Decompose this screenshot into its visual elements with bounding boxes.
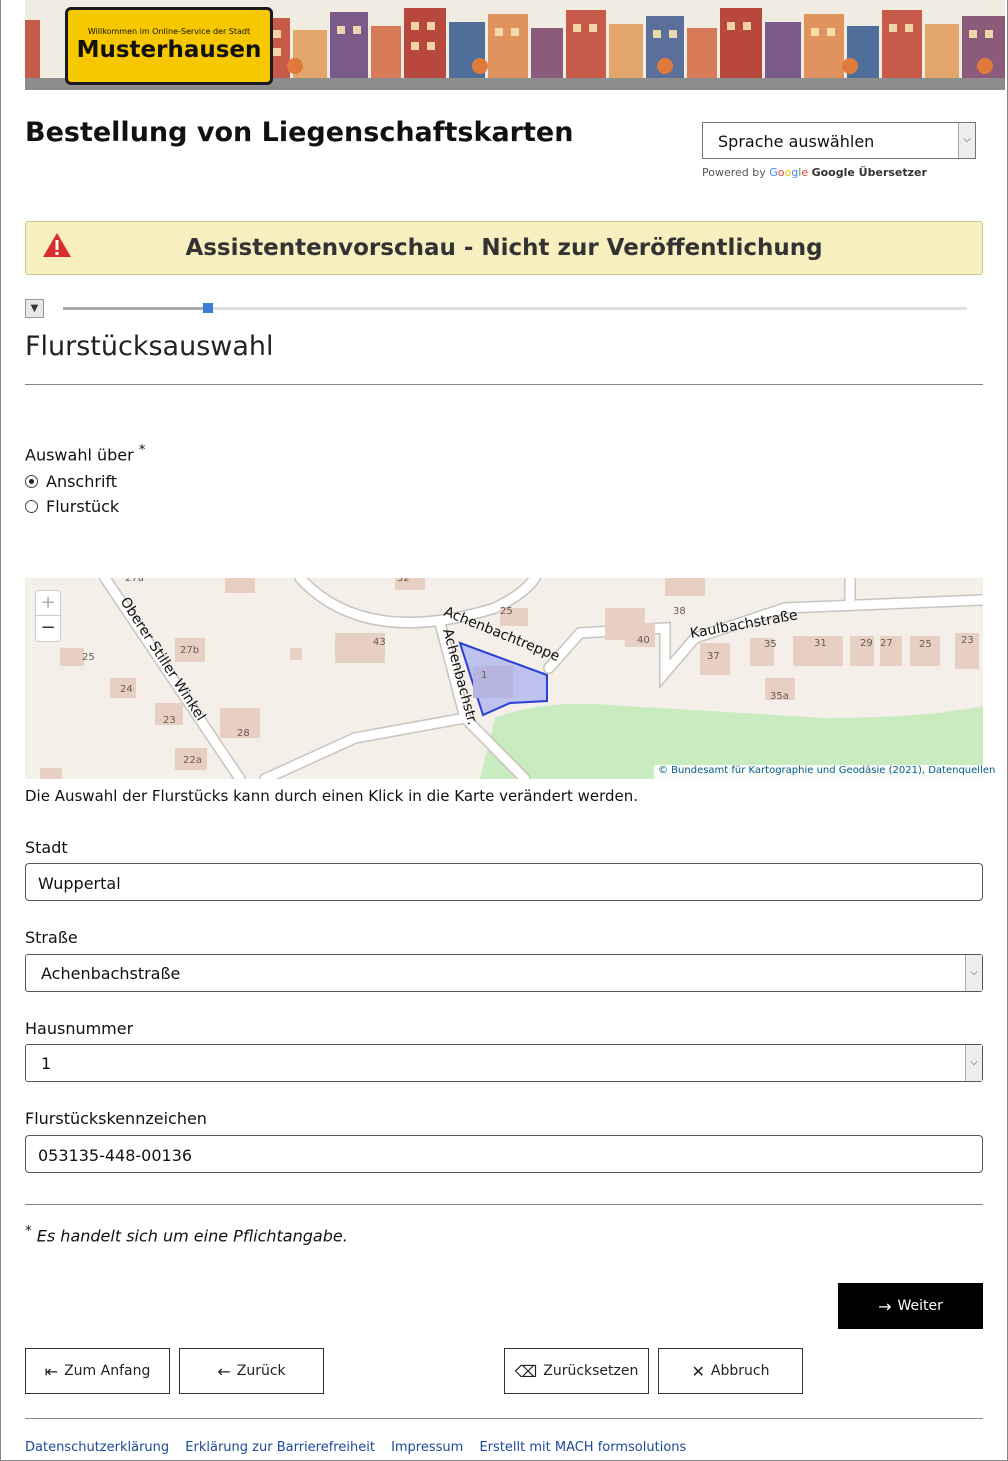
footer-links: Datenschutzerklärung Erklärung zur Barri… [25,1440,698,1455]
auswahl-label: Auswahl über * [25,443,146,465]
stadt-input[interactable]: Wuppertal [25,863,983,901]
logo-city-name: Musterhausen [76,37,262,63]
footer-link-barrierefreiheit[interactable]: Erklärung zur Barrierefreiheit [185,1440,375,1455]
footer-link-formsolutions[interactable]: Erstellt mit MACH formsolutions [479,1440,686,1455]
triangle-down-icon: ▼ [30,303,39,314]
svg-text:43: 43 [373,637,386,648]
flurstueck-input[interactable]: 053135-448-00136 [25,1135,983,1173]
abbruch-button[interactable]: ✕ Abbruch [658,1348,803,1394]
svg-text:40: 40 [637,635,650,646]
hausnummer-select-value: 1 [41,1054,52,1073]
radio-button-checked[interactable] [25,475,38,488]
chevron-down-icon: ⌵ [965,1045,982,1081]
hausnummer-select[interactable]: 1 ⌵ [25,1044,983,1082]
weiter-label: Weiter [897,1298,943,1314]
zurueck-button[interactable]: ← Zurück [179,1348,324,1394]
svg-text:25: 25 [919,639,932,650]
zoom-in-button[interactable]: + [36,591,60,616]
map-hint-text: Die Auswahl der Flurstücks kann durch ei… [25,787,639,805]
svg-text:28: 28 [237,728,250,739]
required-note-text: Es handelt sich um eine Pflichtangabe. [36,1226,348,1246]
radio-flurstueck[interactable]: Flurstück [25,497,119,516]
language-select-label: Sprache auswählen [718,132,875,151]
strasse-select-value: Achenbachstraße [41,964,181,983]
radio-anschrift-label: Anschrift [46,472,118,491]
hausnummer-label: Hausnummer [25,1019,134,1038]
progress-marker[interactable] [202,303,213,313]
powered-prefix: Powered by [702,166,766,179]
strasse-label: Straße [25,928,78,947]
required-mark: * [25,1224,32,1239]
svg-text:27a: 27a [125,578,144,584]
svg-text:27b: 27b [180,645,199,656]
parcel-map[interactable]: Oberer Stiller Winkel Achenbachtreppe Ac… [25,578,983,779]
svg-text:35a: 35a [770,691,789,702]
radio-anschrift[interactable]: Anschrift [25,472,117,491]
svg-text:25: 25 [500,606,513,617]
strasse-select[interactable]: Achenbachstraße ⌵ [25,954,983,992]
svg-text:29: 29 [860,638,873,649]
translator-link[interactable]: Google Übersetzer [812,166,927,179]
google-translate-credit: Powered by Google Google Übersetzer [702,166,927,179]
stadt-label: Stadt [25,838,68,857]
divider [25,1418,983,1419]
logo-welcome-text: Willkommen im Online-Service der Stadt [87,27,251,36]
required-note: * Es handelt sich um eine Pflichtangabe. [25,1224,348,1245]
svg-text:32: 32 [397,578,410,584]
weiter-button[interactable]: → Weiter [838,1283,983,1329]
google-logo[interactable]: Google [769,166,808,179]
map-zoom-control: + − [35,590,61,642]
svg-text:24: 24 [120,684,133,695]
progress-toggle-button[interactable]: ▼ [25,299,44,318]
map-attribution[interactable]: © Bundesamt für Kartographie und Geodäsi… [654,765,995,779]
arrow-to-start-icon: ⇤ [44,1361,59,1381]
zurueck-label: Zurück [236,1363,286,1379]
flurstueck-label: Flurstückskennzeichen [25,1109,207,1128]
svg-text:1: 1 [481,670,487,681]
chevron-down-icon: ⌵ [958,123,975,158]
radio-flurstueck-label: Flurstück [46,497,120,516]
header-banner: Willkommen im Online-Service der Stadt M… [25,0,1005,90]
preview-warning-banner: Assistentenvorschau - Nicht zur Veröffen… [25,221,983,275]
svg-text:38: 38 [673,606,686,617]
footer-link-impressum[interactable]: Impressum [391,1440,463,1455]
svg-text:25: 25 [82,652,95,663]
footer-link-datenschutz[interactable]: Datenschutzerklärung [25,1440,169,1455]
divider [25,384,983,385]
required-mark: * [138,443,146,458]
zuruecksetzen-label: Zurücksetzen [543,1363,639,1379]
map-canvas[interactable]: Oberer Stiller Winkel Achenbachtreppe Ac… [25,578,983,779]
svg-text:27: 27 [880,638,893,649]
arrow-right-icon: → [878,1296,892,1316]
page-title: Bestellung von Liegenschaftskarten [25,117,574,148]
eraser-icon: ⌫ [514,1361,538,1381]
divider [25,1204,983,1205]
chevron-down-icon: ⌵ [965,955,982,991]
svg-text:37: 37 [707,651,720,662]
zum-anfang-button[interactable]: ⇤ Zum Anfang [25,1348,170,1394]
progress-fill [63,307,208,310]
city-logo[interactable]: Willkommen im Online-Service der Stadt M… [65,7,273,85]
svg-text:22a: 22a [183,755,202,766]
close-icon: ✕ [691,1361,705,1381]
svg-text:35: 35 [764,639,777,650]
section-title: Flurstücksauswahl [25,331,274,362]
svg-text:23: 23 [961,635,974,646]
abbruch-label: Abbruch [710,1363,770,1379]
zuruecksetzen-button[interactable]: ⌫ Zurücksetzen [504,1348,649,1394]
svg-text:23: 23 [163,715,176,726]
zoom-out-button[interactable]: − [36,616,60,641]
radio-button-unchecked[interactable] [25,500,38,513]
zum-anfang-label: Zum Anfang [64,1363,151,1379]
language-select[interactable]: Sprache auswählen ⌵ [702,122,976,159]
arrow-left-icon: ← [217,1361,231,1381]
progress-bar [63,303,967,313]
svg-text:31: 31 [814,638,827,649]
warning-text: Assistentenvorschau - Nicht zur Veröffen… [185,235,823,261]
